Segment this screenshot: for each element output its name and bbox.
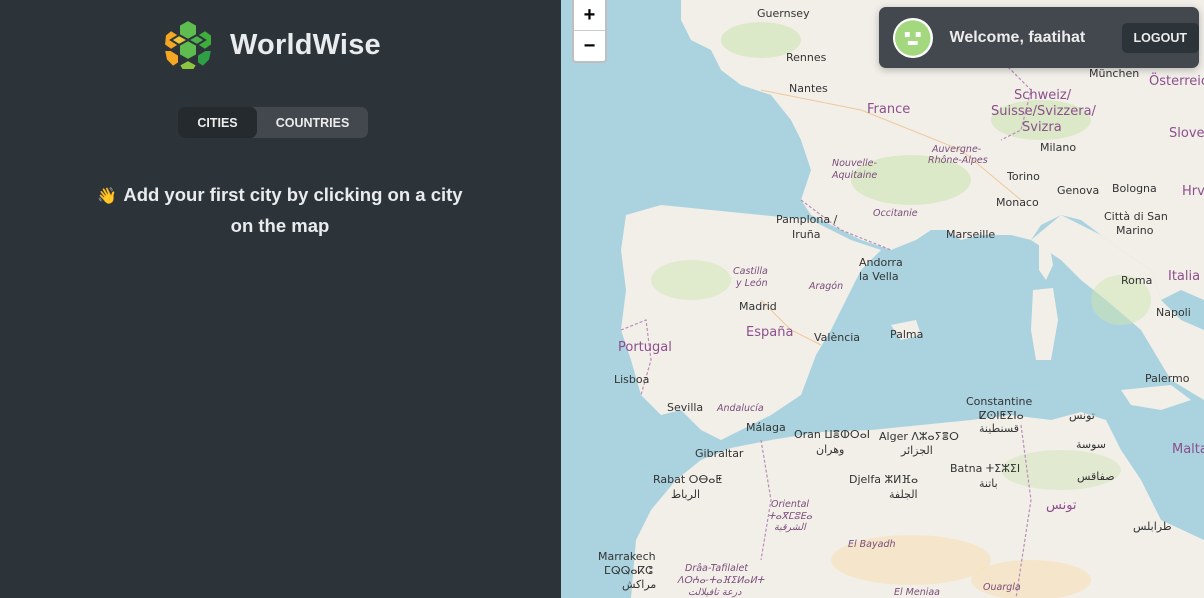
map-label: Málaga — [746, 421, 786, 434]
map-label: Torino — [1007, 170, 1040, 183]
map-tiles[interactable] — [561, 0, 1204, 598]
map-label: Malta — [1172, 442, 1204, 457]
user-avatar-icon — [893, 17, 933, 58]
avatar — [893, 17, 933, 58]
map-label: طرابلس — [1133, 520, 1172, 533]
map-label: Italia — [1168, 269, 1201, 284]
map-label: Nantes — [789, 82, 828, 95]
map-label: Aquitaine — [832, 170, 878, 181]
map-label: Rennes — [786, 51, 827, 64]
map-label: Milano — [1040, 141, 1077, 154]
app-name: WorldWise — [230, 28, 381, 61]
map-label: Pamplona / — [776, 213, 838, 226]
zoom-control: + − — [572, 0, 607, 63]
map-label: درعة تافيلالت — [688, 587, 742, 598]
map-label: Guernsey — [757, 7, 810, 20]
map-label: الرباط — [671, 488, 701, 501]
map-label: Schweiz/ — [1014, 88, 1072, 103]
map-label: Occitanie — [873, 208, 918, 219]
map-label: الشرقية — [774, 522, 806, 533]
map-label: Ouargla — [983, 582, 1021, 593]
map-label: Iruña — [792, 228, 821, 241]
empty-state-message: 👋 Add your first city by clicking on a ci… — [90, 180, 470, 240]
map-label: Rabat ⵔⴱⴰⵟ — [653, 473, 723, 486]
tab-switcher: Cities Countries — [178, 107, 368, 138]
map-label: la Vella — [859, 270, 899, 283]
map-label: Marrakech — [598, 550, 656, 563]
map-label: ⴷⵔⵄⴰ-ⵜⴰⴼⵉⵍⴰⵍⵜ — [677, 575, 765, 586]
map-label: Auvergne- — [932, 144, 982, 155]
logout-button[interactable]: Logout — [1121, 22, 1199, 53]
map-label: الجلفة — [889, 488, 918, 501]
map-label: Portugal — [618, 340, 672, 355]
map-label: Hrvatska — [1182, 184, 1204, 199]
map-label: وهران — [816, 443, 845, 456]
map-label: ⵜⴰⴳⵎⵓⴹⴰ — [768, 511, 812, 522]
map-label: ⵇⵙⵏⵟⵉⵏⴰ — [979, 409, 1024, 422]
zoom-out-button[interactable]: − — [574, 30, 605, 61]
welcome-message: Welcome, faatihat — [949, 28, 1086, 46]
map-label: España — [746, 325, 794, 340]
map-label: y León — [736, 278, 768, 289]
map-label: Djelfa ⵣⵍⴼⴰ — [849, 473, 919, 486]
map-label: قسنطينة — [979, 422, 1019, 435]
sidebar: WorldWise Cities Countries 👋 Add your fir… — [0, 0, 560, 598]
map-label: Suisse/Svizzera/ — [991, 104, 1096, 119]
map-label: Bologna — [1112, 182, 1157, 195]
zoom-in-button[interactable]: + — [574, 0, 605, 30]
map-label: Marino — [1116, 224, 1154, 237]
map-label: Rhône-Alpes — [928, 155, 988, 166]
map-label: Oriental — [771, 499, 810, 510]
tab-countries[interactable]: Countries — [257, 107, 368, 138]
map-label: El Bayadh — [848, 539, 896, 550]
map-label: València — [814, 331, 861, 344]
map-label: Roma — [1121, 274, 1153, 287]
map-label: Oran ⵡⴻⵀⵔⴰⵏ — [794, 428, 871, 441]
map-label: Castilla — [733, 266, 768, 277]
map-label: France — [867, 102, 911, 117]
map-label: München — [1089, 67, 1140, 80]
user-panel: Welcome, faatihat Logout — [879, 7, 1199, 68]
map-label: تونس — [1069, 409, 1095, 422]
map-label: Marseille — [946, 228, 996, 241]
globe-logo-icon — [162, 18, 214, 71]
map-label: Sevilla — [667, 401, 704, 414]
map-label: Palermo — [1145, 372, 1190, 385]
map-label: Nouvelle- — [832, 158, 877, 169]
map-label: ⵎⵕⵕⴰⴽⵛ — [604, 564, 653, 577]
map-label: سوسة — [1076, 438, 1107, 451]
map-label: Lisboa — [614, 373, 650, 386]
map[interactable]: + − Guernsey Rennes Nantes France Münche… — [561, 0, 1204, 598]
map-label: Alger ⴷⵣⴰⵢⴻⵔ — [879, 430, 959, 443]
map-label: Batna ⵜⵉⵣⵉⵏ — [950, 462, 1021, 475]
map-label: باتنة — [979, 477, 998, 490]
map-label: Città di San — [1104, 210, 1168, 223]
app-logo[interactable]: WorldWise — [161, 18, 381, 72]
map-label: Andalucía — [717, 403, 764, 414]
map-label: تونس — [1046, 498, 1077, 513]
map-label: El Meniaa — [894, 587, 941, 598]
map-label: Gibraltar — [695, 447, 744, 460]
map-label: Constantine — [966, 395, 1033, 408]
map-label: Genova — [1057, 184, 1100, 197]
map-label: Svizra — [1022, 120, 1062, 135]
map-label: Andorra — [859, 256, 903, 269]
waving-hand-icon: 👋 — [97, 188, 118, 205]
map-label: Österreich — [1149, 74, 1204, 89]
map-label: Monaco — [996, 196, 1039, 209]
map-label: Aragón — [809, 281, 844, 292]
map-label: Madrid — [739, 300, 777, 313]
map-label: الجزائر — [901, 444, 933, 457]
map-label: Napoli — [1156, 306, 1191, 319]
map-label: Palma — [890, 328, 924, 341]
map-label: مراكش — [622, 578, 657, 591]
map-label: Slovenija — [1169, 126, 1204, 141]
map-label: صفاقس — [1077, 470, 1115, 483]
empty-state-text: Add your first city by clicking on a cit… — [123, 184, 463, 236]
map-label: Drâa-Tafilalet — [685, 563, 749, 574]
tab-cities[interactable]: Cities — [178, 107, 257, 138]
